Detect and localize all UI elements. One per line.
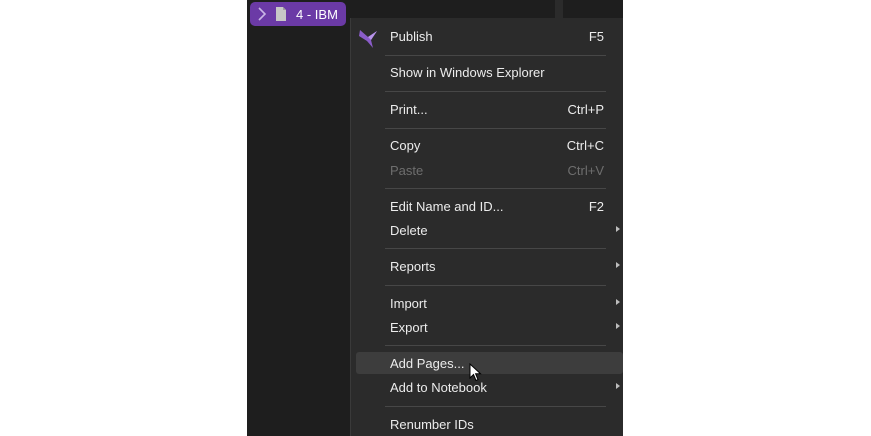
mouse-cursor-icon: [469, 363, 482, 382]
tree-item-selected[interactable]: 4 - IBM: [250, 2, 346, 26]
menu-item-label: Edit Name and ID...: [390, 198, 504, 214]
submenu-arrow-icon: [616, 226, 620, 232]
menu-separator: [385, 285, 606, 286]
menu-item-label: Print...: [390, 101, 428, 117]
menu-separator: [385, 128, 606, 129]
submenu-arrow-icon: [616, 383, 620, 389]
menu-separator: [385, 55, 606, 56]
menu-item-label: Copy: [390, 137, 421, 153]
page-icon: [276, 7, 286, 21]
shortcut-label: Ctrl+P: [567, 101, 604, 117]
menu-item-reports[interactable]: Reports: [351, 255, 623, 277]
menu-item-label: Reports: [390, 258, 436, 274]
menu-item-add-to-notebook[interactable]: Add to Notebook: [351, 376, 623, 398]
shortcut-label: Ctrl+C: [566, 137, 604, 153]
menu-separator: [385, 248, 606, 249]
menu-item-label: Import: [390, 295, 427, 311]
menu-separator: [385, 345, 606, 346]
menu-item-paste: Paste Ctrl+V: [351, 159, 623, 181]
menu-item-label: Show in Windows Explorer: [390, 64, 545, 80]
menu-separator: [385, 188, 606, 189]
context-menu: Publish F5 Show in Windows Explorer Prin…: [350, 18, 623, 436]
menu-item-export[interactable]: Export: [351, 316, 623, 338]
menu-item-edit-name[interactable]: Edit Name and ID... F2: [351, 195, 623, 217]
menu-item-add-pages[interactable]: Add Pages...: [356, 352, 623, 374]
submenu-arrow-icon: [616, 262, 620, 268]
menu-item-label: Delete: [390, 222, 428, 238]
menu-item-label: Publish: [390, 28, 433, 44]
menu-item-renumber-ids[interactable]: Renumber IDs: [351, 413, 623, 435]
menu-item-label: Add Pages...: [390, 355, 465, 371]
menu-item-label: Export: [390, 319, 428, 335]
shortcut-label: F2: [588, 198, 604, 214]
menu-item-delete[interactable]: Delete: [351, 219, 623, 241]
menu-item-print[interactable]: Print... Ctrl+P: [351, 98, 623, 120]
menu-item-import[interactable]: Import: [351, 292, 623, 314]
menu-separator: [385, 406, 606, 407]
menu-item-label: Renumber IDs: [390, 416, 474, 432]
tree-item-label: 4 - IBM: [296, 6, 338, 22]
menu-item-label: Paste: [390, 162, 424, 178]
menu-item-publish[interactable]: Publish F5: [351, 25, 623, 48]
menu-separator: [385, 91, 606, 92]
publish-icon: [359, 30, 377, 48]
shortcut-label: Ctrl+V: [567, 162, 604, 178]
shortcut-label: F5: [588, 28, 604, 44]
menu-item-show-in-explorer[interactable]: Show in Windows Explorer: [351, 61, 623, 83]
submenu-arrow-icon: [616, 299, 620, 305]
menu-item-copy[interactable]: Copy Ctrl+C: [351, 134, 623, 156]
submenu-arrow-icon: [616, 323, 620, 329]
chevron-right-icon[interactable]: [257, 7, 267, 21]
